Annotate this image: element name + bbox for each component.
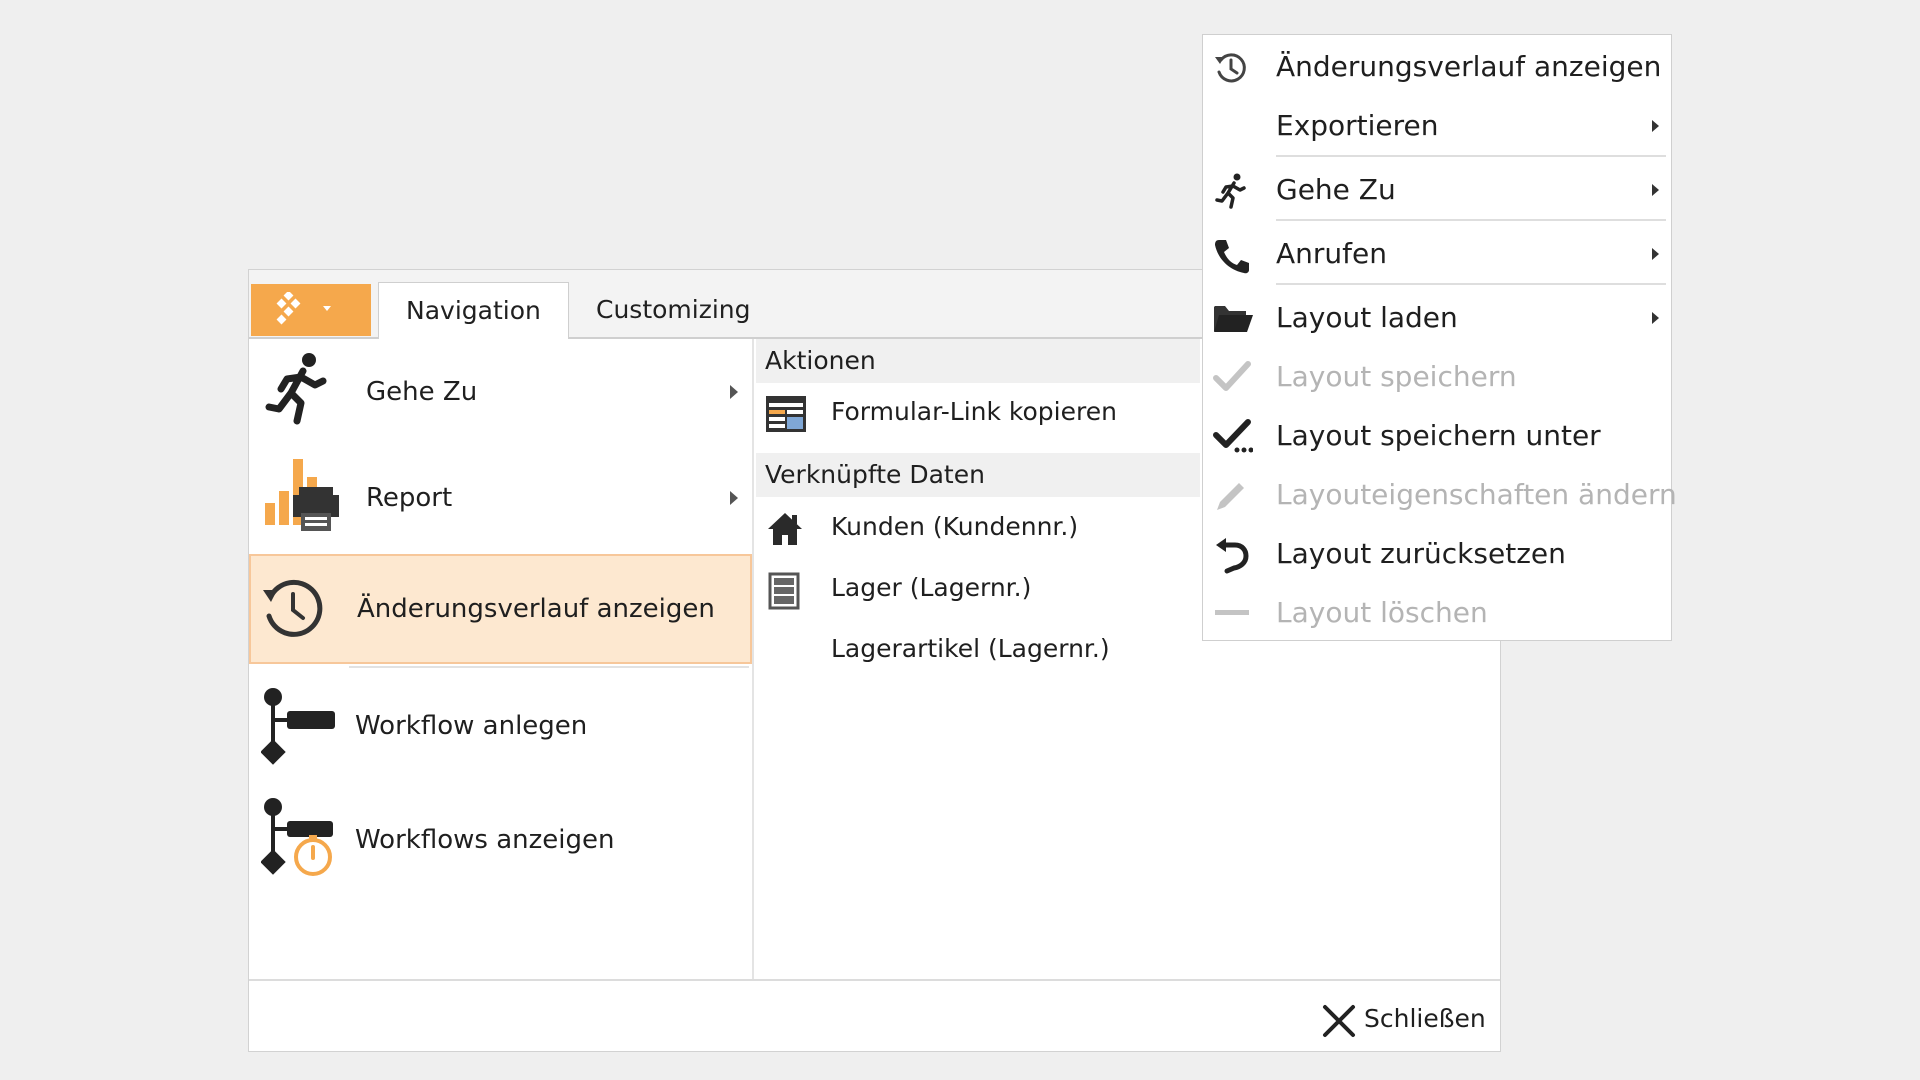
ctx-item-label: Layouteigenschaften ändern <box>1276 478 1677 511</box>
ctx-item-aenderungsverlauf[interactable]: Änderungsverlauf anzeigen <box>1203 40 1671 94</box>
linked-lagerartikel[interactable]: Lagerartikel (Lagernr.) <box>756 627 1200 673</box>
action-panel: Aktionen Formular-Link kopieren Verknüpf… <box>756 339 1200 979</box>
close-label: Schließen <box>1364 1004 1486 1033</box>
ctx-item-label: Änderungsverlauf anzeigen <box>1276 50 1662 83</box>
left-menu: Gehe Zu Report Änderungsverlauf anzeigen… <box>249 339 754 979</box>
ctx-item-label: Gehe Zu <box>1276 173 1396 206</box>
ctx-item-label: Layout speichern unter <box>1276 419 1601 452</box>
menu-item-label: Workflows anzeigen <box>355 825 615 855</box>
menu-item-label: Gehe Zu <box>366 377 478 407</box>
close-icon <box>1323 1005 1355 1037</box>
menu-divider <box>349 666 749 668</box>
ctx-divider <box>1276 219 1666 221</box>
linked-label: Kunden (Kundennr.) <box>831 512 1079 541</box>
ctx-item-layout-zuruecksetzen[interactable]: Layout zurücksetzen <box>1203 527 1671 581</box>
submenu-arrow-icon <box>1652 184 1659 196</box>
history-icon <box>1213 50 1249 90</box>
workflow-icon <box>260 687 341 771</box>
pencil-icon <box>1213 478 1249 518</box>
form-link-icon <box>766 396 806 436</box>
linked-lager[interactable]: Lager (Lagernr.) <box>756 566 1200 612</box>
ctx-item-layouteigenschaften[interactable]: Layouteigenschaften ändern <box>1203 468 1677 522</box>
menu-item-label: Report <box>366 483 453 513</box>
undo-icon <box>1213 537 1249 579</box>
context-menu: Änderungsverlauf anzeigen Exportieren Ge… <box>1202 34 1677 641</box>
report-printer-icon <box>261 455 341 539</box>
running-man-icon <box>261 351 331 437</box>
folder-open-icon <box>1213 301 1253 339</box>
menu-item-label: Workflow anlegen <box>355 711 588 741</box>
submenu-arrow-icon <box>1652 120 1659 132</box>
submenu-arrow-icon <box>1652 312 1659 324</box>
checkmark-dots-icon <box>1213 419 1254 459</box>
section-header-verknuepfte-daten: Verknüpfte Daten <box>756 453 1200 497</box>
checkmark-icon <box>1213 360 1251 398</box>
history-clock-icon <box>259 576 325 646</box>
linked-label: Lagerartikel (Lagernr.) <box>831 634 1110 663</box>
linked-kunden[interactable]: Kunden (Kundennr.) <box>756 505 1200 551</box>
warehouse-icon <box>766 572 804 614</box>
ctx-item-label: Anrufen <box>1276 237 1387 270</box>
section-header-aktionen: Aktionen <box>756 339 1200 383</box>
menu-item-workflows-anzeigen[interactable]: Workflows anzeigen <box>249 787 752 891</box>
ctx-divider <box>1276 283 1666 285</box>
ctx-item-layout-laden[interactable]: Layout laden <box>1203 291 1671 345</box>
ctx-item-gehe-zu[interactable]: Gehe Zu <box>1203 163 1671 217</box>
ctx-item-label: Layout zurücksetzen <box>1276 537 1566 570</box>
ctx-item-label: Layout löschen <box>1276 596 1488 629</box>
linked-label: Lager (Lagernr.) <box>831 573 1032 602</box>
menu-item-workflow-anlegen[interactable]: Workflow anlegen <box>249 675 752 779</box>
submenu-arrow-icon <box>730 385 738 399</box>
minus-icon <box>1213 596 1251 634</box>
workflow-timer-icon <box>260 797 341 885</box>
running-man-icon <box>1213 173 1249 215</box>
tab-customizing[interactable]: Customizing <box>569 282 778 339</box>
ctx-divider <box>1276 155 1666 157</box>
panel-footer: Schließen <box>249 979 1500 1051</box>
menu-item-gehe-zu[interactable]: Gehe Zu <box>249 339 752 446</box>
ctx-item-layout-speichern-unter[interactable]: Layout speichern unter <box>1203 409 1671 463</box>
ctx-item-layout-loeschen[interactable]: Layout löschen <box>1203 586 1671 640</box>
ctx-item-label: Layout speichern <box>1276 360 1517 393</box>
menu-item-aenderungsverlauf[interactable]: Änderungsverlauf anzeigen <box>249 554 752 664</box>
submenu-arrow-icon <box>730 491 738 505</box>
menu-item-label: Änderungsverlauf anzeigen <box>357 594 715 624</box>
tab-navigation[interactable]: Navigation <box>378 282 569 339</box>
phone-icon <box>1213 237 1251 279</box>
close-button[interactable]: Schließen <box>1322 1000 1486 1040</box>
action-label: Formular-Link kopieren <box>831 397 1117 426</box>
app-menu-button[interactable] <box>251 284 371 336</box>
menu-item-report[interactable]: Report <box>249 447 752 551</box>
action-formular-link-kopieren[interactable]: Formular-Link kopieren <box>756 390 1200 436</box>
ctx-item-anrufen[interactable]: Anrufen <box>1203 227 1671 281</box>
ctx-item-label: Exportieren <box>1276 109 1439 142</box>
app-logo-icon <box>276 292 331 325</box>
submenu-arrow-icon <box>1652 248 1659 260</box>
ctx-item-layout-speichern[interactable]: Layout speichern <box>1203 350 1671 404</box>
ctx-item-exportieren[interactable]: Exportieren <box>1203 99 1671 153</box>
ctx-item-label: Layout laden <box>1276 301 1458 334</box>
house-icon <box>766 511 804 551</box>
